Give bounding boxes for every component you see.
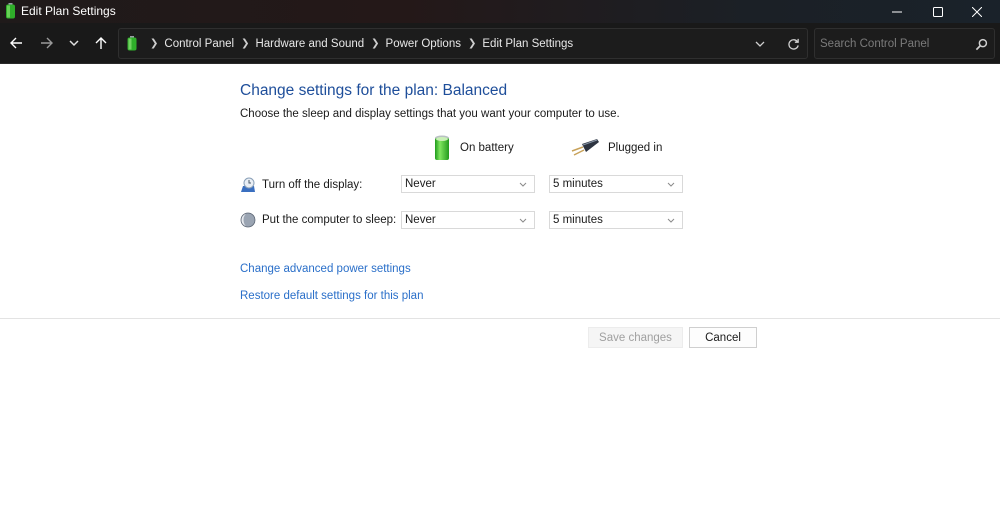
- search-button[interactable]: [973, 36, 989, 52]
- refresh-button[interactable]: [784, 35, 802, 53]
- maximize-icon: [933, 6, 943, 17]
- breadcrumb: ❯ Control Panel ❯ Hardware and Sound ❯ P…: [143, 29, 573, 58]
- display-plugged-in-select[interactable]: 5 minutes: [549, 175, 683, 193]
- address-history-button[interactable]: [751, 35, 769, 53]
- chevron-down-icon: [667, 182, 675, 187]
- moon-sleep-icon: [240, 212, 256, 228]
- breadcrumb-separator-icon: ❯: [150, 38, 159, 49]
- change-advanced-power-settings-link[interactable]: Change advanced power settings: [240, 263, 411, 275]
- plugged-in-label: Plugged in: [608, 142, 663, 154]
- navigation-bar: ❯ Control Panel ❯ Hardware and Sound ❯ P…: [0, 23, 1000, 64]
- recent-locations-button[interactable]: [63, 32, 85, 54]
- page-title: Change settings for the plan: Balanced: [240, 82, 508, 99]
- window-title: Edit Plan Settings: [21, 4, 116, 18]
- sleep-plugged-in-select[interactable]: 5 minutes: [549, 211, 683, 229]
- battery-location-icon: [127, 36, 137, 51]
- on-battery-label: On battery: [460, 142, 514, 154]
- display-on-battery-select[interactable]: Never: [401, 175, 535, 193]
- arrow-right-icon: [41, 37, 53, 49]
- refresh-icon: [787, 38, 799, 50]
- sleep-on-battery-select[interactable]: Never: [401, 211, 535, 229]
- search-icon: [975, 38, 987, 50]
- forward-button[interactable]: [36, 32, 58, 54]
- breadcrumb-control-panel[interactable]: Control Panel: [164, 38, 234, 50]
- close-icon: [972, 6, 982, 17]
- chevron-down-icon: [519, 218, 527, 223]
- breadcrumb-separator-icon[interactable]: ❯: [371, 38, 379, 49]
- chevron-down-icon: [519, 182, 527, 187]
- battery-icon: [435, 135, 449, 160]
- breadcrumb-separator-icon[interactable]: ❯: [241, 38, 249, 49]
- arrow-up-icon: [95, 37, 107, 49]
- display-setting-label: Turn off the display:: [240, 175, 362, 195]
- chevron-down-icon: [755, 41, 765, 47]
- breadcrumb-hardware-and-sound[interactable]: Hardware and Sound: [255, 38, 364, 50]
- up-button[interactable]: [90, 32, 112, 54]
- breadcrumb-power-options[interactable]: Power Options: [386, 38, 461, 50]
- sleep-setting-label: Put the computer to sleep:: [240, 210, 396, 230]
- breadcrumb-separator-icon[interactable]: ❯: [468, 38, 476, 49]
- search-input[interactable]: [820, 35, 965, 53]
- close-button[interactable]: [954, 0, 1000, 23]
- battery-app-icon: [6, 3, 15, 19]
- column-header-on-battery: On battery: [432, 134, 514, 162]
- page-description: Choose the sleep and display settings th…: [240, 108, 620, 120]
- column-header-plugged-in: Plugged in: [570, 134, 662, 162]
- address-bar[interactable]: ❯ Control Panel ❯ Hardware and Sound ❯ P…: [118, 28, 808, 59]
- divider: [0, 318, 1000, 319]
- restore-default-settings-link[interactable]: Restore default settings for this plan: [240, 290, 423, 302]
- breadcrumb-edit-plan-settings[interactable]: Edit Plan Settings: [482, 38, 573, 50]
- chevron-down-icon: [69, 40, 79, 47]
- content-area: Change settings for the plan: Balanced C…: [0, 64, 1000, 524]
- save-changes-button[interactable]: Save changes: [588, 327, 683, 348]
- arrow-left-icon: [10, 37, 22, 49]
- cancel-button[interactable]: Cancel: [689, 327, 757, 348]
- search-box[interactable]: [814, 28, 995, 59]
- title-bar: Edit Plan Settings: [0, 0, 1000, 23]
- minimize-button[interactable]: [874, 0, 920, 23]
- minimize-icon: [892, 11, 902, 12]
- back-button[interactable]: [5, 32, 27, 54]
- power-plug-icon: [571, 139, 599, 156]
- display-clock-icon: [241, 177, 255, 192]
- chevron-down-icon: [667, 218, 675, 223]
